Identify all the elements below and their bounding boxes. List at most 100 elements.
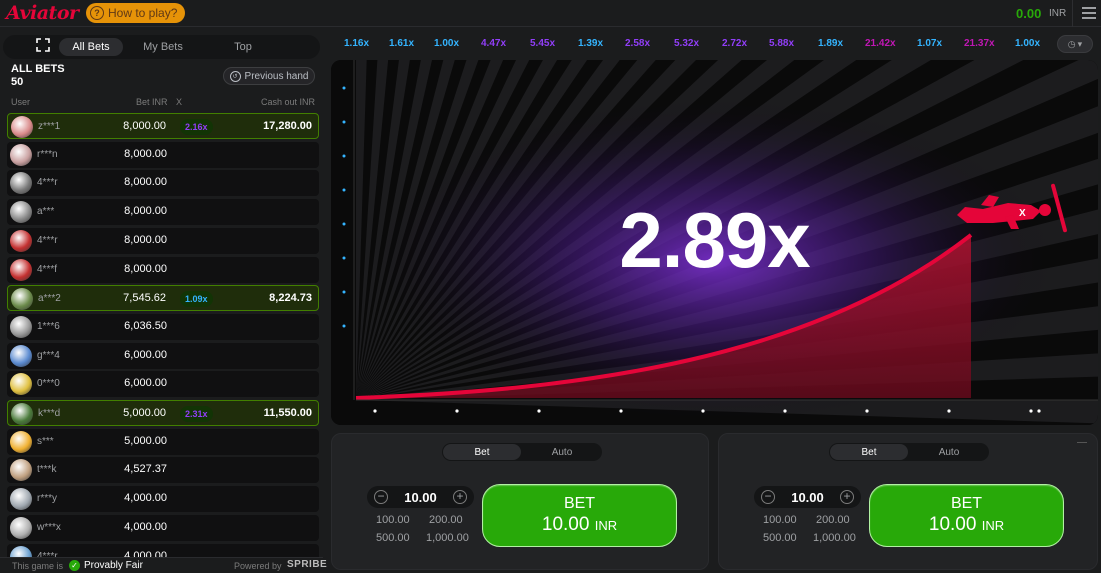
avatar xyxy=(10,373,32,396)
quick-amount-200[interactable]: 200.00 xyxy=(816,514,850,526)
row-bet: 6,000.00 xyxy=(124,348,167,361)
current-multiplier: 2.89x xyxy=(619,196,810,284)
table-row: g***4 6,000.00 xyxy=(7,342,319,369)
multiplier-history: 1.16x 1.61x 1.00x 4.47x 5.45x 1.39x 2.58x 5.32x… xyxy=(334,33,1054,53)
x-axis-dot xyxy=(701,409,705,413)
quick-amount-500[interactable]: 500.00 xyxy=(763,532,797,544)
bet-panel-1: Bet Auto − 10.00 + 100.00 200.00 500.00 … xyxy=(331,433,709,570)
bets-panel: All Bets My Bets Top ALL BETS 50 ↺ Previ… xyxy=(0,33,327,573)
avatar xyxy=(10,430,32,453)
row-multiplier: 2.16x xyxy=(180,119,213,135)
row-user: 1***6 xyxy=(37,320,60,332)
aviator-logo[interactable]: Aviator xyxy=(6,2,79,24)
row-bet: 4,527.37 xyxy=(124,463,167,476)
quick-amount-100[interactable]: 100.00 xyxy=(376,514,410,526)
tab-top[interactable]: Top xyxy=(211,38,275,56)
bet-button-currency: INR xyxy=(981,518,1005,533)
y-axis-dot xyxy=(342,86,346,90)
avatar xyxy=(10,143,32,166)
avatar xyxy=(11,116,33,138)
bet-button-amount: 10.00 xyxy=(928,514,977,535)
x-axis-dot xyxy=(1037,409,1041,413)
all-bets-count: 50 xyxy=(11,76,24,88)
avatar xyxy=(11,403,33,425)
row-bet: 8,000.00 xyxy=(124,147,167,160)
previous-hand-button[interactable]: ↺ Previous hand xyxy=(223,67,315,85)
row-cashout: 8,224.73 xyxy=(269,292,312,305)
hamburger-menu-icon[interactable] xyxy=(1082,7,1096,19)
row-multiplier: 1.09x xyxy=(180,291,213,308)
avatar xyxy=(11,288,33,311)
row-user: a***2 xyxy=(38,293,61,305)
history-multiplier[interactable]: 5.88x xyxy=(769,38,794,49)
history-multiplier[interactable]: 5.32x xyxy=(674,38,699,49)
history-multiplier[interactable]: 1.07x xyxy=(917,38,942,49)
bet-button[interactable]: BET 10.00 INR xyxy=(482,484,677,547)
tab-auto[interactable]: Auto xyxy=(910,444,988,460)
quick-amount-100[interactable]: 100.00 xyxy=(763,514,797,526)
history-toggle-button[interactable]: ◷ ▾ xyxy=(1057,35,1093,53)
column-header-cashout: Cash out INR xyxy=(261,97,316,107)
row-bet: 5,000.00 xyxy=(123,407,166,419)
y-axis-dot xyxy=(342,120,346,124)
table-row: s*** 5,000.00 xyxy=(7,428,319,455)
quick-amount-1000[interactable]: 1,000.00 xyxy=(426,532,469,544)
bets-list: z***1 8,000.00 2.16x 17,280.00 r***n 8,000.00… xyxy=(7,113,319,563)
history-multiplier[interactable]: 21.42x xyxy=(865,38,896,49)
history-multiplier[interactable]: 1.16x xyxy=(344,38,369,49)
row-user: s*** xyxy=(37,435,54,447)
tab-all-bets[interactable]: All Bets xyxy=(59,38,123,56)
avatar xyxy=(10,344,32,367)
row-bet: 6,000.00 xyxy=(124,377,167,390)
how-to-play-button[interactable]: ? How to play? xyxy=(86,3,186,23)
row-user: 4***r xyxy=(37,177,58,189)
history-multiplier[interactable]: 2.72x xyxy=(722,38,747,49)
previous-hand-label: Previous hand xyxy=(244,70,309,82)
history-multiplier[interactable]: 5.45x xyxy=(530,38,555,49)
expand-icon[interactable] xyxy=(29,35,57,55)
history-multiplier[interactable]: 21.37x xyxy=(964,38,995,49)
chevron-down-icon: ▾ xyxy=(1077,38,1083,49)
row-user: t***k xyxy=(37,464,57,476)
row-user: r***y xyxy=(37,493,58,505)
bet-button-currency: INR xyxy=(594,518,618,533)
x-axis-dot xyxy=(783,409,787,413)
tab-bet[interactable]: Bet xyxy=(443,444,521,460)
row-user: r***n xyxy=(37,148,58,160)
bet-amount-stepper[interactable]: − 10.00 + xyxy=(367,486,474,508)
history-multiplier[interactable]: 1.00x xyxy=(1015,38,1040,49)
quick-amount-1000[interactable]: 1,000.00 xyxy=(813,532,856,544)
history-multiplier[interactable]: 4.47x xyxy=(481,38,506,49)
tab-auto[interactable]: Auto xyxy=(523,444,601,460)
increase-icon[interactable]: + xyxy=(840,490,854,504)
spribe-logo: SPRIBE xyxy=(287,559,328,570)
history-multiplier[interactable]: 1.39x xyxy=(578,38,603,49)
history-multiplier[interactable]: 1.00x xyxy=(434,38,459,49)
powered-by-label: Powered by xyxy=(234,561,282,571)
tab-bet[interactable]: Bet xyxy=(830,444,908,460)
bet-button[interactable]: BET 10.00 INR xyxy=(869,484,1064,547)
row-bet: 8,000.00 xyxy=(123,120,166,132)
remove-panel-icon[interactable] xyxy=(1077,442,1087,443)
history-multiplier[interactable]: 1.61x xyxy=(389,38,414,49)
table-row: 4***r 8,000.00 xyxy=(7,170,319,197)
y-axis-dot xyxy=(342,324,346,328)
avatar xyxy=(10,459,32,482)
quick-amount-500[interactable]: 500.00 xyxy=(376,532,410,544)
increase-icon[interactable]: + xyxy=(453,490,467,504)
row-user: w***x xyxy=(37,521,61,533)
provably-fair-link[interactable]: Provably Fair xyxy=(84,560,143,571)
bet-amount-stepper[interactable]: − 10.00 + xyxy=(754,486,861,508)
tab-my-bets[interactable]: My Bets xyxy=(131,38,195,56)
table-row: 4***f 8,000.00 xyxy=(7,256,319,283)
avatar xyxy=(10,258,32,281)
quick-amount-200[interactable]: 200.00 xyxy=(429,514,463,526)
history-multiplier[interactable]: 1.89x xyxy=(818,38,843,49)
row-bet: 7,545.62 xyxy=(123,292,166,305)
top-bar: Aviator ? How to play? 0.00 INR xyxy=(0,0,1101,27)
history-multiplier[interactable]: 2.58x xyxy=(625,38,650,49)
table-row: 4***r 8,000.00 xyxy=(7,227,319,254)
row-bet: 5,000.00 xyxy=(124,434,167,447)
divider xyxy=(1072,0,1073,27)
bets-tabs: All Bets My Bets Top xyxy=(3,35,320,59)
